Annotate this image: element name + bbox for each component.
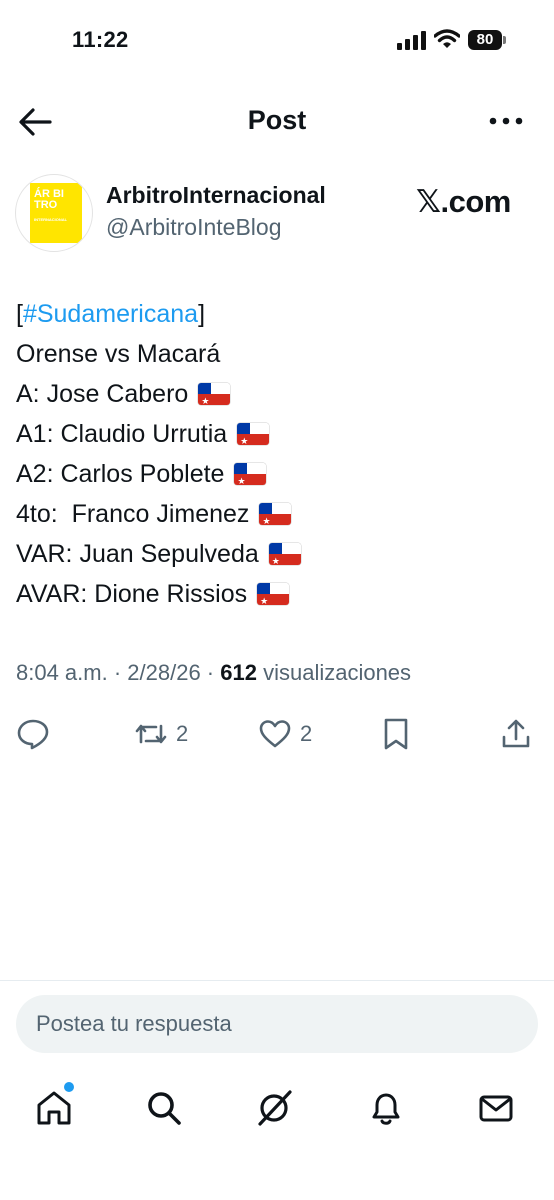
page-title: Post xyxy=(247,105,307,135)
tweet-line: A1: Claudio Urrutia ★ xyxy=(16,414,301,454)
like-button[interactable]: 2 xyxy=(258,716,312,752)
author-display-name[interactable]: ArbitroInternacional xyxy=(106,182,326,209)
tweet-text: [#Sudamericana] Orense vs Macará A: Jose… xyxy=(16,294,301,614)
post-date: 2/28/26 xyxy=(127,660,201,685)
repost-count: 2 xyxy=(176,721,189,746)
tweet-line: 4to: Franco Jimenez ★ xyxy=(16,494,301,534)
tab-notifications[interactable] xyxy=(366,1088,410,1132)
chile-flag-icon: ★ xyxy=(257,583,290,605)
chile-flag-icon: ★ xyxy=(198,383,231,405)
post-time: 8:04 a.m. xyxy=(16,660,108,685)
source-badge: 𝕏.com xyxy=(416,184,511,219)
notification-dot xyxy=(64,1082,74,1092)
back-arrow-icon[interactable] xyxy=(18,106,52,138)
battery-level: 80 xyxy=(468,30,502,50)
heart-icon xyxy=(259,720,291,748)
wifi-icon xyxy=(434,29,460,48)
chile-flag-icon: ★ xyxy=(234,463,267,485)
status-time: 11:22 xyxy=(72,27,129,52)
reply-placeholder: Postea tu respuesta xyxy=(36,1011,232,1036)
divider xyxy=(0,980,554,981)
tweet-line: A: Jose Cabero ★ xyxy=(16,374,301,414)
tweet-line: [#Sudamericana] xyxy=(16,294,301,334)
author-handle[interactable]: @ArbitroInteBlog xyxy=(106,214,282,241)
bell-icon xyxy=(372,1093,400,1125)
share-button[interactable] xyxy=(499,716,533,752)
tweet-line: A2: Carlos Poblete ★ xyxy=(16,454,301,494)
home-icon xyxy=(37,1091,71,1125)
share-icon xyxy=(502,719,530,748)
repost-button[interactable]: 2 xyxy=(134,716,188,752)
chile-flag-icon: ★ xyxy=(259,503,292,525)
bookmark-icon xyxy=(384,718,408,750)
more-options-icon[interactable] xyxy=(488,114,524,128)
avatar[interactable]: ÁR BI TRO INTERNACIONAL xyxy=(15,174,93,252)
reply-input[interactable]: Postea tu respuesta xyxy=(16,995,538,1053)
tweet-line: VAR: Juan Sepulveda ★ xyxy=(16,534,301,574)
chile-flag-icon: ★ xyxy=(237,423,270,445)
reply-icon xyxy=(17,719,49,750)
like-count: 2 xyxy=(300,721,313,746)
tweet-line: AVAR: Dione Rissios ★ xyxy=(16,574,301,614)
reply-button[interactable] xyxy=(16,716,50,752)
tab-home[interactable] xyxy=(34,1088,78,1132)
tab-grok[interactable] xyxy=(254,1088,298,1132)
tab-messages[interactable] xyxy=(476,1088,520,1132)
battery-icon: 80 xyxy=(468,30,508,52)
cellular-signal-icon xyxy=(397,31,426,50)
views-label: visualizaciones xyxy=(256,660,412,685)
views-count: 612 xyxy=(220,660,257,685)
grok-icon xyxy=(258,1090,292,1126)
mail-icon xyxy=(479,1095,513,1122)
tweet-line: Orense vs Macará xyxy=(16,340,221,368)
arbitro-logo: ÁR BI TRO INTERNACIONAL xyxy=(30,183,82,243)
tweet-meta: 8:04 a.m. · 2/28/26 · 612 visualizacione… xyxy=(16,660,412,685)
hashtag-link[interactable]: #Sudamericana xyxy=(23,294,198,334)
search-icon xyxy=(148,1092,181,1125)
chile-flag-icon: ★ xyxy=(268,543,301,565)
repost-icon xyxy=(135,724,167,744)
tab-search[interactable] xyxy=(144,1088,188,1132)
bookmark-button[interactable] xyxy=(379,716,413,752)
